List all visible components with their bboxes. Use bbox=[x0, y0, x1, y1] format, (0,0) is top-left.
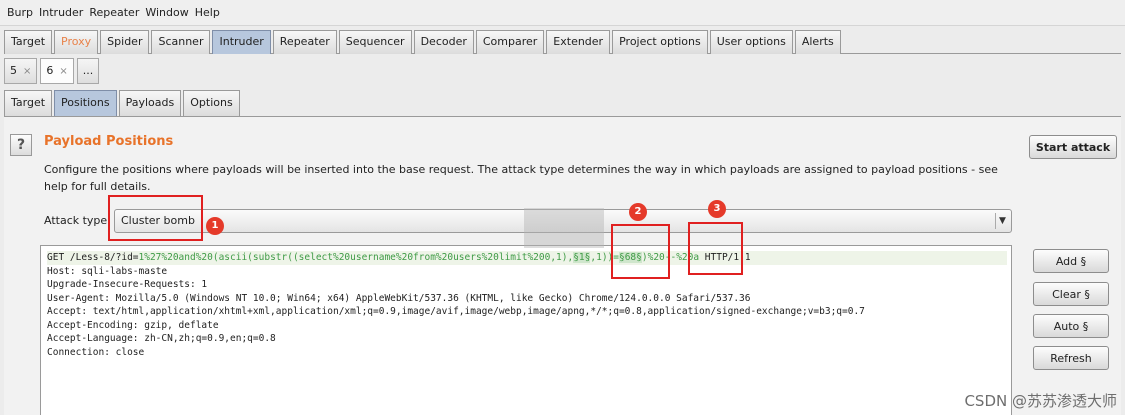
attack-type-label: Attack type bbox=[44, 214, 108, 227]
request-tab-6[interactable]: 6 × bbox=[40, 58, 74, 84]
header-line: Host: sqli-labs-maste bbox=[47, 265, 168, 277]
menu-repeater[interactable]: Repeater bbox=[86, 6, 142, 19]
menu-help[interactable]: Help bbox=[192, 6, 223, 19]
request-tab-label: 6 bbox=[46, 64, 54, 77]
menu-intruder[interactable]: Intruder bbox=[36, 6, 86, 19]
request-tab-label: 5 bbox=[10, 64, 17, 77]
new-tab-button[interactable]: ... bbox=[76, 58, 100, 84]
annotation-box-1 bbox=[108, 195, 203, 241]
intruder-sub-tabs: Target Positions Payloads Options bbox=[4, 90, 242, 116]
close-icon[interactable]: × bbox=[59, 66, 67, 77]
request-editor[interactable]: GET /Less-8/?id=1%27%20and%20(ascii(subs… bbox=[40, 245, 1012, 415]
request-line: GET /Less-8/?id=1%27%20and%20(ascii(subs… bbox=[47, 251, 1007, 265]
menu-bar: Burp Intruder Repeater Window Help bbox=[0, 0, 1125, 26]
positions-panel: ? Payload Positions Configure the positi… bbox=[4, 116, 1121, 415]
tab-scanner[interactable]: Scanner bbox=[151, 30, 211, 54]
annotation-box-3 bbox=[688, 222, 743, 275]
tab-sequencer[interactable]: Sequencer bbox=[338, 30, 412, 54]
annotation-badge-2: 2 bbox=[629, 203, 647, 221]
request-payload-text: 1%27%20and%20(ascii(substr((select%20use… bbox=[138, 252, 574, 263]
subtab-target[interactable]: Target bbox=[4, 90, 53, 116]
auto-markers-button[interactable]: Auto § bbox=[1033, 314, 1109, 338]
header-line: Upgrade-Insecure-Requests: 1 bbox=[47, 279, 208, 290]
tab-decoder[interactable]: Decoder bbox=[413, 30, 474, 54]
close-icon[interactable]: × bbox=[23, 66, 31, 77]
start-attack-button[interactable]: Start attack bbox=[1029, 135, 1117, 159]
tab-repeater[interactable]: Repeater bbox=[272, 30, 337, 54]
tab-extender[interactable]: Extender bbox=[546, 30, 611, 54]
request-tab-bar: 5 × 6 × ... bbox=[4, 58, 100, 84]
main-tab-bar: Target Proxy Spider Scanner Intruder Rep… bbox=[4, 30, 1121, 54]
header-line: Accept-Language: zh-CN,zh;q=0.9,en;q=0.8 bbox=[47, 333, 276, 344]
annotation-box-2 bbox=[611, 224, 670, 279]
annotation-badge-3: 3 bbox=[708, 200, 726, 218]
panel-title: Payload Positions bbox=[44, 134, 174, 149]
menu-burp[interactable]: Burp bbox=[4, 6, 36, 19]
header-line: Accept-Encoding: gzip, deflate bbox=[47, 319, 219, 331]
refresh-button[interactable]: Refresh bbox=[1033, 346, 1109, 370]
request-tab-5[interactable]: 5 × bbox=[4, 58, 38, 84]
tab-comparer[interactable]: Comparer bbox=[475, 30, 545, 54]
header-line: User-Agent: Mozilla/5.0 (Windows NT 10.0… bbox=[47, 292, 751, 304]
annotation-badge-1: 1 bbox=[206, 217, 224, 235]
chevron-down-icon[interactable]: ▼ bbox=[995, 213, 1009, 229]
tab-user-options[interactable]: User options bbox=[709, 30, 793, 54]
tab-proxy[interactable]: Proxy bbox=[54, 30, 99, 54]
grey-overlay bbox=[524, 208, 604, 248]
tab-alerts[interactable]: Alerts bbox=[794, 30, 841, 54]
panel-description: Configure the positions where payloads w… bbox=[44, 163, 998, 193]
subtab-payloads[interactable]: Payloads bbox=[118, 90, 182, 116]
help-icon[interactable]: ? bbox=[10, 134, 32, 156]
tab-spider[interactable]: Spider bbox=[100, 30, 150, 54]
menu-window[interactable]: Window bbox=[142, 6, 191, 19]
subtab-options[interactable]: Options bbox=[183, 90, 240, 116]
tab-project-options[interactable]: Project options bbox=[612, 30, 708, 54]
subtab-positions[interactable]: Positions bbox=[54, 90, 117, 116]
tab-intruder[interactable]: Intruder bbox=[212, 30, 271, 54]
header-line: Accept: text/html,application/xhtml+xml,… bbox=[47, 306, 865, 317]
add-marker-button[interactable]: Add § bbox=[1033, 249, 1109, 273]
payload-marker-1: §1§ bbox=[573, 252, 591, 263]
watermark: CSDN @苏苏渗透大师 bbox=[964, 392, 1117, 410]
request-method-path: GET /Less-8/?id= bbox=[47, 252, 139, 263]
header-line: Connection: close bbox=[47, 346, 145, 358]
clear-markers-button[interactable]: Clear § bbox=[1033, 282, 1109, 306]
tab-target[interactable]: Target bbox=[4, 30, 53, 54]
